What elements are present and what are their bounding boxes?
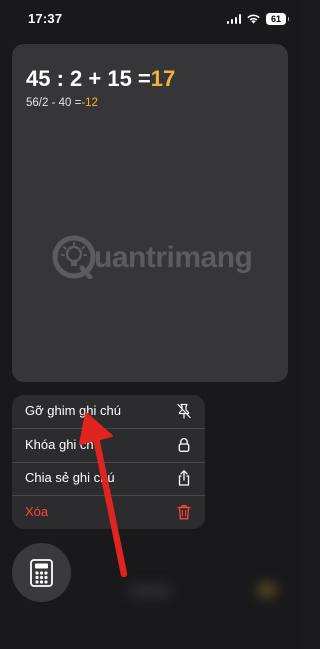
math-expression-line-2: 56/2 - 40 =-12 — [26, 97, 98, 109]
lock-icon — [178, 437, 190, 452]
expression-result: 17 — [150, 66, 176, 91]
unpin-icon — [177, 403, 191, 419]
menu-item-label: Khóa ghi chú — [25, 436, 101, 452]
menu-item-label: Chia sẻ ghi chú — [25, 470, 115, 485]
menu-item-label: Xóa — [25, 503, 49, 519]
context-menu: Gỡ ghim ghi chú Khóa ghi chú Chia sẻ ghi… — [12, 395, 205, 529]
watermark: uantrimang — [52, 232, 288, 282]
share-icon — [178, 470, 190, 486]
menu-item-delete-note[interactable]: Xóa — [12, 496, 205, 529]
battery-indicator: 61 — [266, 12, 289, 25]
watermark-text: uantrimang — [94, 241, 253, 274]
calculator-button[interactable] — [12, 543, 71, 602]
expression-result: -12 — [81, 97, 98, 109]
blurred-background-element — [257, 583, 277, 597]
blurred-background-element — [128, 585, 172, 597]
menu-item-label: Gỡ ghim ghi chú — [25, 403, 121, 418]
trash-icon — [177, 504, 191, 519]
expression-text: 45 : 2 + 15 = — [26, 66, 151, 91]
wifi-icon — [247, 14, 260, 24]
calculator-math-notes-screen: 17:37 61 45 : 2 + 15 =17 56/2 - 40 =-12 — [0, 0, 300, 649]
cellular-signal-icon — [226, 14, 241, 24]
calculator-icon — [30, 559, 53, 587]
status-time: 17:37 — [28, 11, 63, 26]
math-note-preview[interactable]: 45 : 2 + 15 =17 56/2 - 40 =-12 uantriman… — [12, 44, 288, 382]
menu-item-share-note[interactable]: Chia sẻ ghi chú — [12, 462, 205, 495]
menu-item-lock-note[interactable]: Khóa ghi chú — [12, 429, 205, 462]
expression-text: 56/2 - 40 = — [26, 97, 82, 109]
status-bar: 17:37 61 — [0, 0, 300, 36]
status-icons: 61 — [226, 12, 289, 25]
watermark-logo-icon — [52, 235, 96, 279]
menu-item-unpin-note[interactable]: Gỡ ghim ghi chú — [12, 395, 205, 428]
math-expression-line-1: 45 : 2 + 15 =17 — [26, 66, 175, 92]
